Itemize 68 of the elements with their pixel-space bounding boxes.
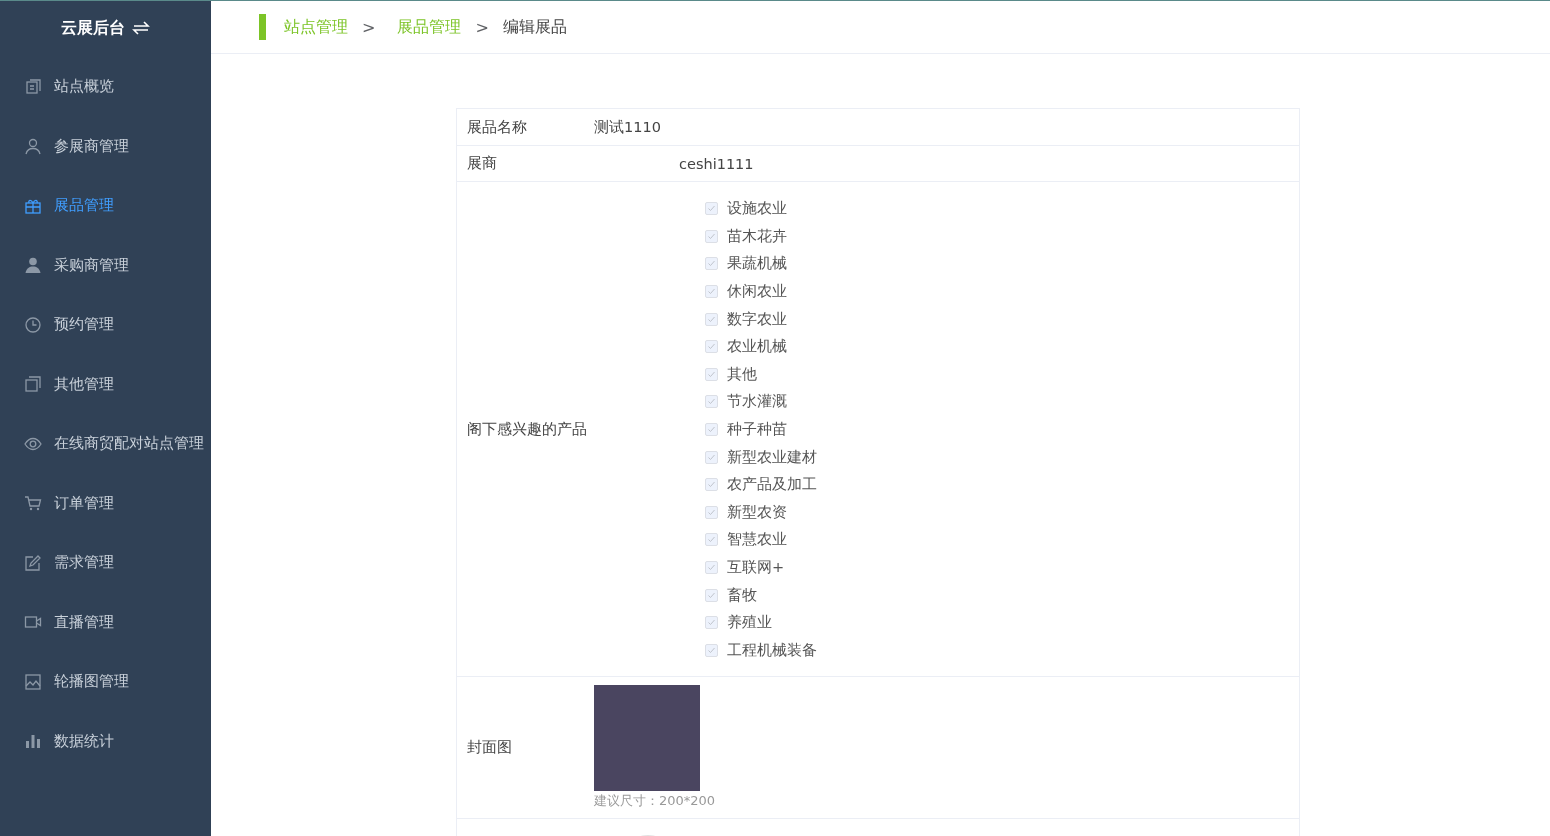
sidebar-item[interactable]: 数据统计 [0, 711, 211, 771]
checkbox-label: 休闲农业 [727, 282, 787, 302]
check-icon [707, 452, 716, 462]
checkbox-label: 其他 [727, 364, 757, 384]
field-label: 展商 [466, 154, 498, 173]
checkbox-label: 设施农业 [727, 199, 787, 219]
checkbox-label: 智慧农业 [727, 530, 787, 550]
check-icon [707, 259, 716, 269]
menu-icon [24, 256, 42, 275]
checkbox-label: 种子种苗 [727, 420, 787, 440]
check-icon [707, 535, 716, 545]
field-label: 展品名称 [466, 117, 528, 137]
field-label: 封面图 [466, 738, 513, 758]
checkbox-label: 农产品及加工 [727, 475, 817, 495]
menu-icon [24, 137, 42, 156]
checkbox-label: 畜牧 [727, 585, 757, 605]
checkbox-label: 新型农业建材 [727, 447, 817, 467]
field-value: 测试1110 [594, 117, 661, 137]
menu-icon [24, 77, 42, 96]
check-icon [707, 397, 716, 407]
sidebar-item[interactable]: 站点概览 [0, 57, 211, 117]
sidebar-item[interactable]: 需求管理 [0, 533, 211, 593]
app-title: 云展后台 [60, 17, 125, 39]
checkbox-label: 农业机械 [727, 337, 787, 357]
swap-icon[interactable] [130, 20, 151, 36]
checkbox-label: 苗木花卉 [727, 226, 787, 246]
sidebar-item[interactable]: 在线商贸配对站点管理 [0, 414, 211, 474]
size-hint: 建议尺寸：200*200 [594, 792, 716, 811]
check-icon [707, 480, 716, 490]
checkbox-label: 数字农业 [727, 309, 787, 329]
check-icon [707, 590, 716, 600]
field-label: 阁下感兴趣的产品 [466, 420, 588, 440]
sidebar-item[interactable]: 直播管理 [0, 592, 211, 652]
menu-icon [24, 375, 42, 394]
field-value: ceshi1111 [678, 155, 754, 172]
check-icon [707, 314, 716, 324]
check-icon [707, 563, 716, 572]
check-icon [707, 645, 716, 655]
check-icon [707, 425, 716, 435]
check-icon [707, 618, 716, 628]
checkbox-label: 工程机械装备 [727, 640, 817, 660]
checkbox-label: 新型农资 [727, 502, 787, 522]
menu-icon [24, 315, 42, 334]
check-icon [707, 369, 716, 379]
breadcrumb-separator: > [475, 17, 489, 37]
check-icon [707, 204, 716, 214]
check-icon [707, 507, 716, 517]
checkbox-label: 养殖业 [727, 613, 772, 633]
check-icon [707, 287, 716, 297]
menu-icon [24, 553, 42, 572]
breadcrumb-separator: > [362, 17, 376, 37]
menu-icon [24, 672, 42, 691]
checkbox-label: 节水灌溉 [727, 392, 787, 412]
sidebar-item[interactable]: 预约管理 [0, 295, 211, 355]
accent-bar [259, 14, 266, 40]
menu-icon [24, 494, 42, 513]
checkbox-label: 互联网+ [727, 558, 785, 577]
sidebar-item[interactable]: 参展商管理 [0, 116, 211, 176]
checkbox-label: 果蔬机械 [727, 254, 787, 274]
check-icon [707, 231, 716, 241]
check-icon [707, 342, 716, 352]
sidebar-item[interactable]: 订单管理 [0, 473, 211, 533]
breadcrumb-current: 编辑展品 [502, 16, 567, 38]
sidebar-item[interactable]: 轮播图管理 [0, 652, 211, 712]
sidebar-item[interactable]: 采购商管理 [0, 235, 211, 295]
menu-icon [24, 732, 42, 751]
sidebar-item[interactable]: 其他管理 [0, 354, 211, 414]
sidebar-item[interactable]: 展品管理 [0, 176, 211, 236]
